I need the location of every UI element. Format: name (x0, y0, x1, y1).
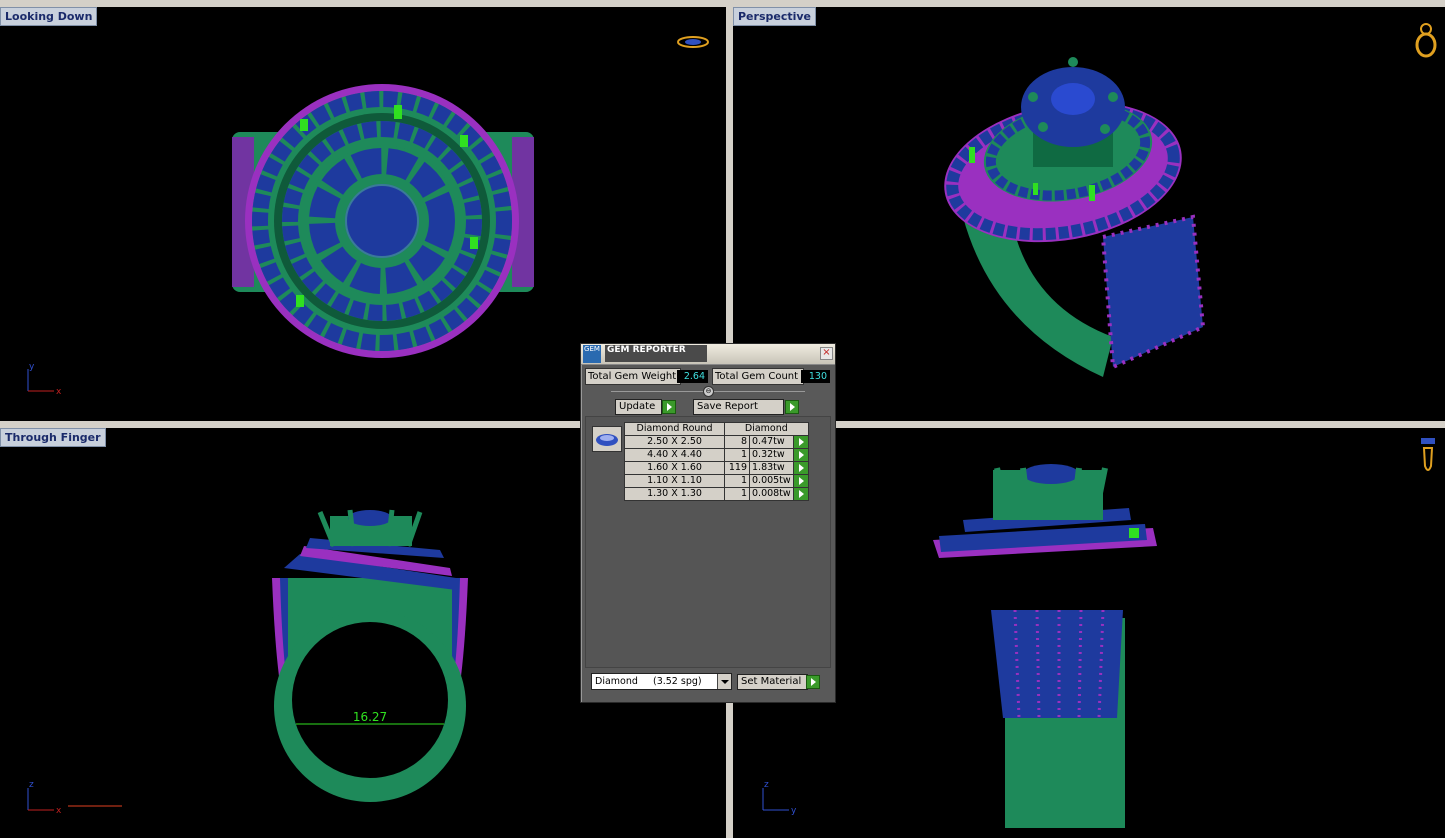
gem-reporter-dialog: GEM GEM REPORTER × Total Gem Weight 2.64… (580, 343, 836, 703)
collapse-icon[interactable]: ⊖ (703, 386, 714, 397)
ring-side-icon[interactable] (1419, 436, 1437, 478)
total-gem-count-value: 130 (801, 370, 830, 383)
set-material-button[interactable]: Set Material (737, 674, 808, 690)
gem-count: 1 (724, 474, 750, 488)
gem-count: 1 (724, 487, 750, 501)
axis-h-label: x (56, 387, 62, 395)
column-header-shape: Diamond Round (624, 422, 725, 436)
dialog-titlebar[interactable]: GEM GEM REPORTER × (581, 344, 835, 365)
total-gem-weight-label: Total Gem Weight (585, 368, 681, 385)
dialog-title: GEM REPORTER (605, 345, 707, 362)
gem-reporter-logo-icon: GEM (583, 345, 601, 363)
gem-weight: 0.32tw (749, 448, 794, 462)
viewport-side[interactable]: z y (733, 428, 1445, 838)
gem-weight: 0.47tw (749, 435, 794, 449)
material-select[interactable]: Diamond (3.52 spg) (591, 673, 732, 690)
close-icon[interactable]: × (820, 347, 833, 360)
ring-perspective-view (944, 57, 1206, 377)
gem-weight: 0.008tw (749, 487, 794, 501)
gem-size: 4.40 X 4.40 (624, 448, 725, 462)
row-go-icon[interactable] (792, 487, 809, 501)
table-row[interactable]: 1.30 X 1.30 1 0.008tw (624, 487, 809, 501)
update-button[interactable]: Update (615, 399, 662, 415)
axis-h-label: y (791, 806, 797, 816)
axis-v-label: z (764, 780, 769, 790)
viewport-perspective[interactable]: Perspective (733, 7, 1445, 421)
axis-h-label: x (56, 806, 62, 816)
axis-triad-icon: z y (762, 780, 797, 816)
ring-top-icon[interactable] (676, 34, 710, 50)
row-go-icon[interactable] (792, 461, 809, 475)
table-row[interactable]: 2.50 X 2.50 8 0.47tw (624, 435, 809, 449)
axis-v-label: y (29, 362, 35, 372)
row-go-icon[interactable] (792, 474, 809, 488)
axis-triad-icon: y x (27, 362, 62, 395)
gem-weight: 0.005tw (749, 474, 794, 488)
update-go-icon[interactable] (662, 400, 676, 414)
diamond-round-icon[interactable] (592, 426, 622, 452)
ring-size-measurement: 16.27 (353, 710, 387, 724)
ring-perspective-icon[interactable] (1413, 21, 1439, 59)
viewport-label[interactable]: Through Finger (0, 428, 106, 447)
gem-table: Diamond Round Diamond 2.50 X 2.50 8 0.47… (624, 422, 809, 501)
gem-weight: 1.83tw (749, 461, 794, 475)
save-report-button[interactable]: Save Report (693, 399, 784, 415)
axis-triad-icon: z x (27, 780, 122, 816)
row-go-icon[interactable] (792, 435, 809, 449)
total-gem-count-label: Total Gem Count (712, 368, 804, 385)
gem-list: Diamond Round Diamond 2.50 X 2.50 8 0.47… (585, 416, 831, 668)
set-material-go-icon[interactable] (806, 675, 820, 689)
gem-count: 119 (724, 461, 750, 475)
gem-size: 2.50 X 2.50 (624, 435, 725, 449)
gem-count: 8 (724, 435, 750, 449)
material-select-value: Diamond (3.52 spg) (595, 676, 702, 687)
gem-count: 1 (724, 448, 750, 462)
table-row[interactable]: 4.40 X 4.40 1 0.32tw (624, 448, 809, 462)
save-report-go-icon[interactable] (785, 400, 799, 414)
chevron-down-icon[interactable] (717, 674, 731, 689)
viewport-label[interactable]: Looking Down (0, 7, 98, 26)
column-header-material: Diamond (724, 422, 809, 436)
table-row[interactable]: 1.60 X 1.60 119 1.83tw (624, 461, 809, 475)
table-row[interactable]: 1.10 X 1.10 1 0.005tw (624, 474, 809, 488)
viewport-label[interactable]: Perspective (733, 7, 817, 26)
total-gem-weight-value: 2.64 (677, 370, 708, 383)
axis-v-label: z (29, 780, 34, 790)
gem-size: 1.60 X 1.60 (624, 461, 725, 475)
gem-size: 1.30 X 1.30 (624, 487, 725, 501)
gem-size: 1.10 X 1.10 (624, 474, 725, 488)
row-go-icon[interactable] (792, 448, 809, 462)
ring-front-view (933, 464, 1157, 828)
